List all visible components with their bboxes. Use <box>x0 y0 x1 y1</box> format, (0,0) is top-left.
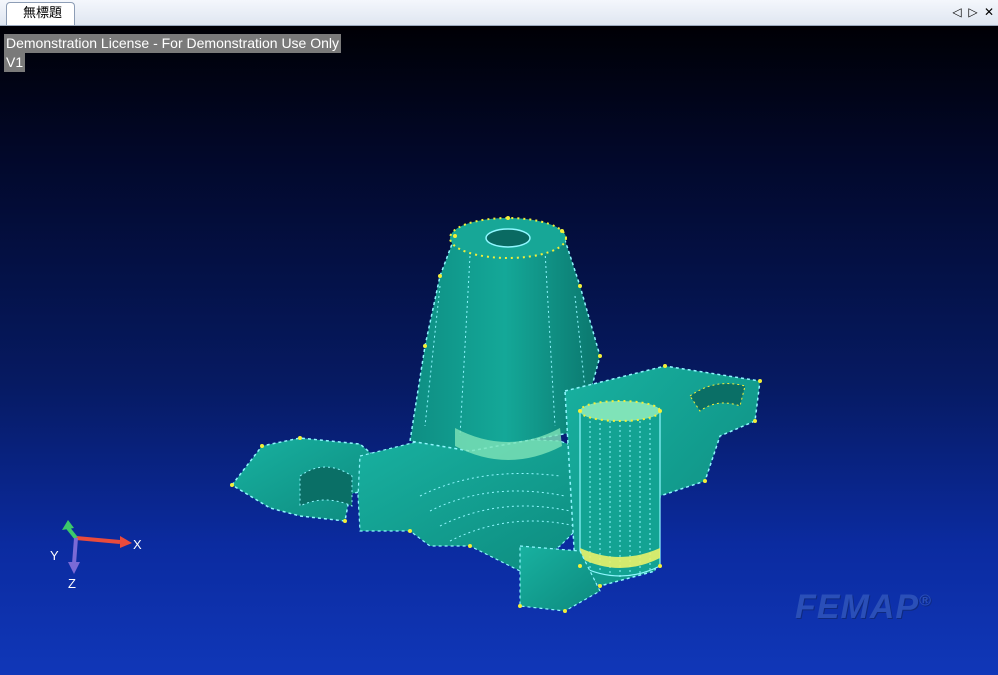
y-axis-arrow <box>66 526 78 540</box>
z-axis-head <box>68 562 80 574</box>
y-axis-head <box>62 520 74 530</box>
x-axis-head <box>120 536 132 548</box>
logo-text: FEMAP <box>795 588 919 626</box>
x-axis-label: X <box>133 537 142 552</box>
close-icon[interactable]: ✕ <box>982 3 996 21</box>
femap-graphics-window: 無標題 ◁ ▷ ✕ Demonstration License - For De… <box>0 0 998 675</box>
scroll-left-icon[interactable]: ◁ <box>950 3 964 21</box>
logo-registered-mark: ® <box>919 592 932 610</box>
y-axis-label: Y <box>50 548 59 563</box>
z-axis-arrow <box>72 537 78 565</box>
graphics-viewport[interactable]: Demonstration License - For Demonstratio… <box>0 26 998 675</box>
tab-untitled[interactable]: 無標題 <box>6 2 76 25</box>
femap-logo: FEMAP® <box>795 588 932 627</box>
tab-controls: ◁ ▷ ✕ <box>950 3 996 21</box>
tower-bore <box>485 228 531 248</box>
document-tab-bar: 無標題 ◁ ▷ ✕ <box>0 0 998 26</box>
z-axis-label: Z <box>68 576 76 591</box>
scroll-right-icon[interactable]: ▷ <box>966 3 980 21</box>
coordinate-triad: X Y Z <box>50 520 142 591</box>
cylinder-top-ring <box>579 400 661 422</box>
x-axis-arrow <box>75 536 121 544</box>
